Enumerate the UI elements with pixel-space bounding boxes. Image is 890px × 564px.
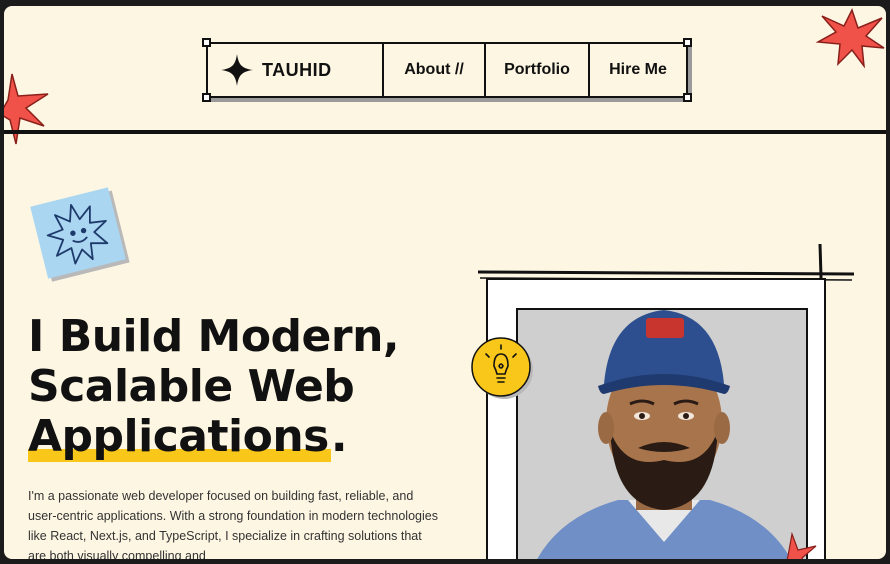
navbar: TAUHID About // Portfolio Hire Me (202, 38, 692, 102)
lightbulb-icon (471, 337, 533, 399)
highlighted-word: Applications (28, 411, 331, 462)
profile-photo (516, 308, 808, 559)
page-canvas: TAUHID About // Portfolio Hire Me I Buil… (4, 6, 886, 559)
sun-sticker (30, 187, 126, 279)
nav-corner-handle (683, 93, 692, 102)
red-star-decoration-icon (4, 73, 49, 145)
sun-doodle-icon (46, 203, 109, 265)
portrait-illustration (518, 310, 806, 559)
red-star-decoration-icon (815, 8, 885, 68)
heading-period: . (330, 411, 348, 462)
brand-logo-link[interactable]: TAUHID (208, 44, 384, 96)
nav-link-hire-me[interactable]: Hire Me (590, 44, 686, 96)
hero-description: I'm a passionate web developer focused o… (28, 489, 438, 559)
red-star-decoration-icon (786, 532, 817, 559)
nav-corner-handle (202, 93, 211, 102)
nav-corner-handle (202, 38, 211, 47)
hero-heading-line: I Build Modern, (28, 311, 400, 362)
nav-link-portfolio[interactable]: Portfolio (486, 44, 590, 96)
brand-name: TAUHID (262, 59, 332, 80)
nav-corner-handle (683, 38, 692, 47)
nav-link-about[interactable]: About // (384, 44, 486, 96)
hero-heading-line: Scalable Web (28, 361, 355, 412)
hero-heading: I Build Modern, Scalable Web Application… (28, 311, 400, 462)
four-point-star-icon (221, 54, 253, 86)
header-divider (4, 130, 886, 134)
hero-heading-line: Applications. (28, 411, 399, 462)
